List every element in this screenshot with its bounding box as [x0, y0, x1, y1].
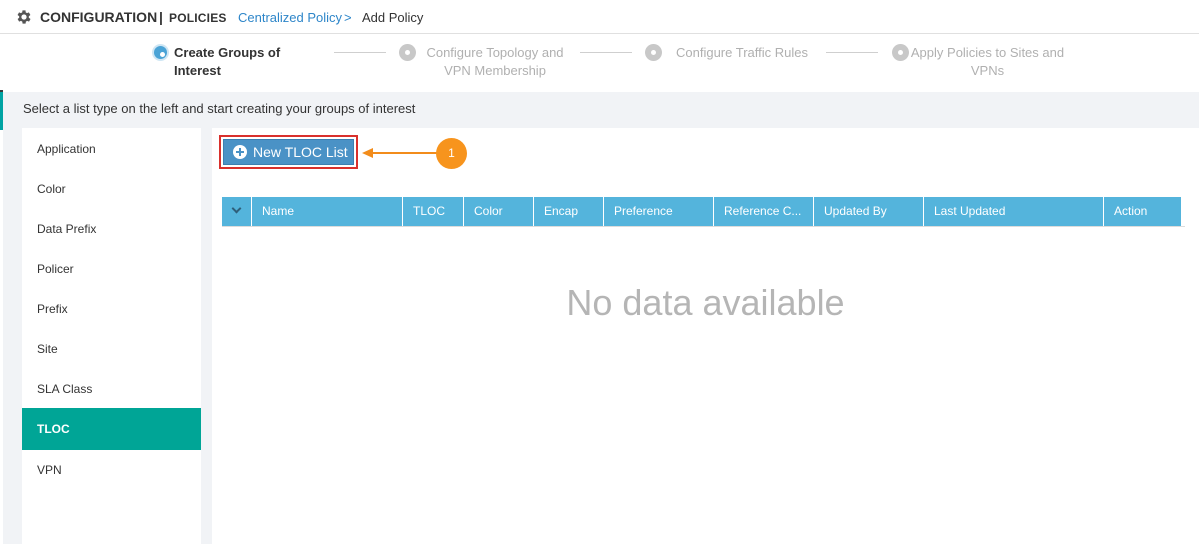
- sidebar-item-tloc[interactable]: TLOC: [22, 408, 201, 450]
- sidebar-item-label: Color: [37, 182, 66, 196]
- callout-line: [372, 152, 438, 154]
- breadcrumb-arrow: >: [344, 10, 352, 25]
- policy-wizard-steps: Create Groups of Interest Configure Topo…: [0, 34, 1199, 90]
- instruction-bar: Select a list type on the left and start…: [3, 92, 1199, 128]
- sidebar-item-site[interactable]: Site: [22, 329, 201, 369]
- sidebar-item-label: Policer: [37, 262, 74, 276]
- column-header-name[interactable]: Name: [252, 197, 403, 226]
- table-header: Name TLOC Color Encap Preference Referen…: [222, 197, 1181, 226]
- step-1-line1: Create Groups of Interest: [174, 45, 281, 78]
- page-section: POLICIES: [169, 11, 227, 25]
- table-header-rule: [222, 226, 1185, 227]
- gear-icon: [17, 10, 31, 24]
- step-connector: [334, 52, 386, 53]
- step-3-line1: Configure Traffic Rules: [676, 45, 808, 60]
- step-2-line1: Configure Topology and: [426, 45, 564, 60]
- sidebar-item-color[interactable]: Color: [22, 169, 201, 209]
- step-1-indicator-icon: [152, 44, 169, 61]
- column-header-encap[interactable]: Encap: [534, 197, 604, 226]
- column-header-updated-by[interactable]: Updated By: [814, 197, 924, 226]
- column-header-tloc[interactable]: TLOC: [403, 197, 464, 226]
- step-4-line2: VPNs: [970, 63, 1005, 78]
- breadcrumb-centralized-policy[interactable]: Centralized Policy: [238, 10, 342, 25]
- step-connector: [580, 52, 632, 53]
- step-4-indicator-icon: [892, 44, 909, 61]
- breadcrumb-current: Add Policy: [362, 10, 424, 25]
- list-type-sidebar: Application Color Data Prefix Policer Pr…: [22, 128, 201, 544]
- step-3-label[interactable]: Configure Traffic Rules: [668, 44, 818, 62]
- chevron-down-icon: [231, 203, 242, 214]
- top-header: CONFIGURATION | POLICIES Centralized Pol…: [0, 0, 1199, 34]
- sidebar-item-label: VPN: [37, 463, 62, 477]
- callout-badge: 1: [436, 138, 467, 169]
- column-header-reference-count[interactable]: Reference C...: [714, 197, 814, 226]
- table-expand-toggle[interactable]: [222, 197, 252, 226]
- sidebar-item-policer[interactable]: Policer: [22, 249, 201, 289]
- sidebar-item-label: Application: [37, 142, 96, 156]
- new-tloc-list-button[interactable]: New TLOC List: [223, 139, 354, 165]
- sidebar-item-sla-class[interactable]: SLA Class: [22, 369, 201, 409]
- column-header-color[interactable]: Color: [464, 197, 534, 226]
- sidebar-item-label: Prefix: [37, 302, 68, 316]
- new-tloc-list-label: New TLOC List: [253, 144, 348, 160]
- sidebar-item-application[interactable]: Application: [22, 129, 201, 169]
- sidebar-item-data-prefix[interactable]: Data Prefix: [22, 209, 201, 249]
- step-4-line1: Apply Policies to Sites and: [910, 45, 1065, 60]
- column-header-action[interactable]: Action: [1104, 197, 1181, 226]
- main-panel: [212, 128, 1199, 544]
- sidebar-item-label: TLOC: [37, 422, 70, 436]
- step-2-line2: VPN Membership: [444, 63, 546, 78]
- title-separator: |: [159, 9, 163, 25]
- sidebar-item-label: Site: [37, 342, 58, 356]
- step-3-indicator-icon: [645, 44, 662, 61]
- sidebar-item-vpn[interactable]: VPN: [22, 450, 201, 490]
- column-header-preference[interactable]: Preference: [604, 197, 714, 226]
- step-2-label[interactable]: Configure Topology and VPN Membership: [420, 44, 570, 80]
- step-1-label[interactable]: Create Groups of Interest: [174, 44, 324, 80]
- instruction-text: Select a list type on the left and start…: [23, 101, 416, 116]
- sidebar-item-label: Data Prefix: [37, 222, 97, 236]
- step-4-label[interactable]: Apply Policies to Sites and VPNs: [910, 44, 1065, 80]
- column-header-last-updated[interactable]: Last Updated: [924, 197, 1104, 226]
- sidebar-item-prefix[interactable]: Prefix: [22, 289, 201, 329]
- step-2-indicator-icon: [399, 44, 416, 61]
- step-connector: [826, 52, 878, 53]
- empty-table-message: No data available: [566, 282, 845, 323]
- page-title: CONFIGURATION: [40, 9, 158, 25]
- sidebar-item-label: SLA Class: [37, 382, 93, 396]
- plus-circle-icon: [233, 145, 247, 159]
